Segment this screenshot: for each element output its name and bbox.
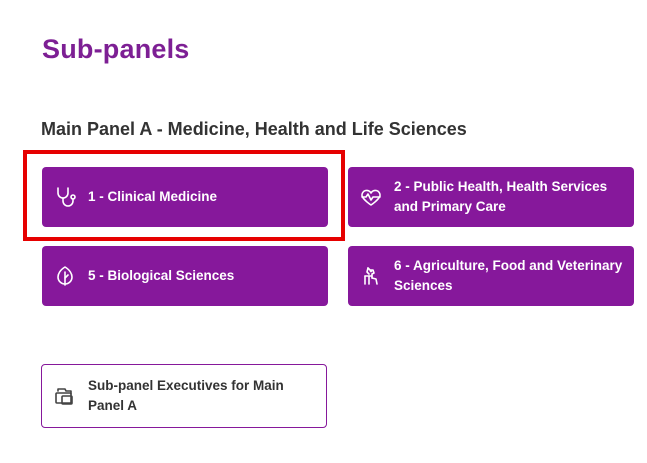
heart-pulse-icon: [359, 185, 383, 209]
tile-label: 6 - Agriculture, Food and Veterinary Sci…: [394, 258, 623, 293]
tile-label: 2 - Public Health, Health Services and P…: [394, 179, 608, 214]
stethoscope-icon: [53, 185, 77, 209]
folders-icon: [53, 384, 77, 408]
tile-public-health[interactable]: 2 - Public Health, Health Services and P…: [348, 167, 634, 227]
tile-label: 5 - Biological Sciences: [88, 268, 235, 283]
dog-icon: [359, 264, 383, 288]
tile-label: 1 - Clinical Medicine: [88, 189, 218, 204]
page-title: Sub-panels: [42, 34, 190, 64]
tile-agriculture-food-veterinary[interactable]: 6 - Agriculture, Food and Veterinary Sci…: [348, 246, 634, 306]
tile-biological-sciences[interactable]: 5 - Biological Sciences: [42, 246, 328, 306]
tile-label: Sub-panel Executives for Main Panel A: [88, 378, 284, 413]
leaf-icon: [53, 264, 77, 288]
sub-panel-executives-link[interactable]: Sub-panel Executives for Main Panel A: [41, 364, 327, 428]
section-title: Main Panel A - Medicine, Health and Life…: [41, 119, 467, 139]
tile-clinical-medicine[interactable]: 1 - Clinical Medicine: [42, 167, 328, 227]
